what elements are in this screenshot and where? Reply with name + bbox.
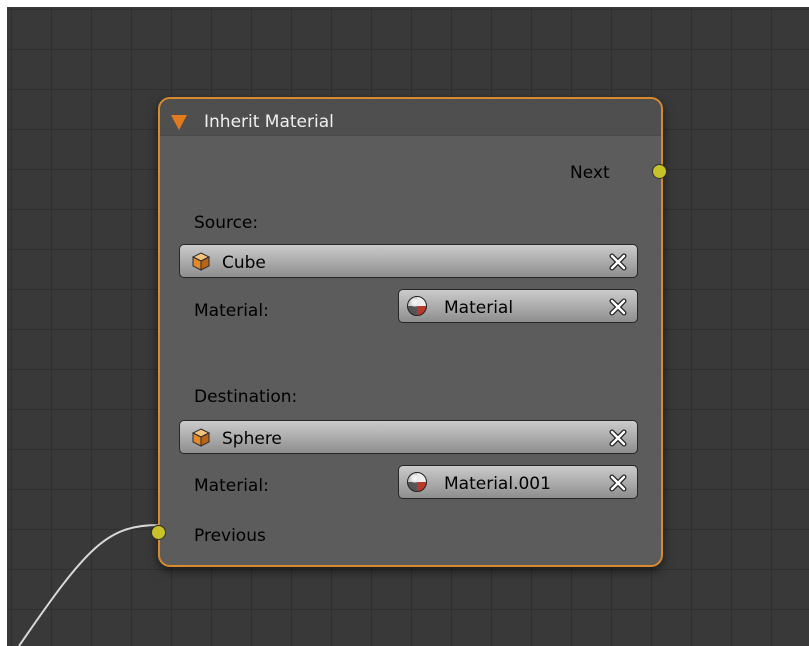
cube-icon	[192, 428, 210, 447]
clear-x-icon[interactable]	[608, 473, 628, 493]
clear-x-icon[interactable]	[608, 252, 628, 272]
node-title: Inherit Material	[204, 112, 334, 132]
input-previous-label: Previous	[194, 526, 266, 546]
source-material-name: Material	[444, 298, 514, 318]
node-editor-canvas[interactable]: Inherit Material Next Source: Cube Mater…	[7, 7, 809, 646]
output-socket-next[interactable]	[652, 164, 667, 179]
destination-heading: Destination:	[194, 387, 298, 407]
source-object-name: Cube	[222, 253, 266, 273]
destination-object-name: Sphere	[222, 429, 282, 449]
node-header[interactable]: Inherit Material	[160, 99, 661, 136]
destination-material-field[interactable]: Material.001	[398, 465, 638, 499]
source-heading: Source:	[194, 213, 259, 233]
source-object-field[interactable]: Cube	[179, 244, 638, 278]
material-sphere-icon	[407, 472, 427, 492]
clear-x-icon[interactable]	[608, 297, 628, 317]
clear-x-icon[interactable]	[608, 428, 628, 448]
collapse-triangle-icon[interactable]	[171, 115, 187, 130]
material-sphere-icon	[407, 296, 427, 316]
destination-material-name: Material.001	[444, 474, 551, 494]
input-socket-previous[interactable]	[151, 525, 166, 540]
destination-object-field[interactable]: Sphere	[179, 420, 638, 454]
cube-icon	[192, 252, 210, 271]
source-material-field[interactable]: Material	[398, 289, 638, 323]
destination-material-label: Material:	[194, 476, 269, 496]
inherit-material-node[interactable]: Inherit Material Next Source: Cube Mater…	[151, 97, 667, 567]
output-next-label: Next	[570, 163, 610, 183]
source-material-label: Material:	[194, 301, 269, 321]
